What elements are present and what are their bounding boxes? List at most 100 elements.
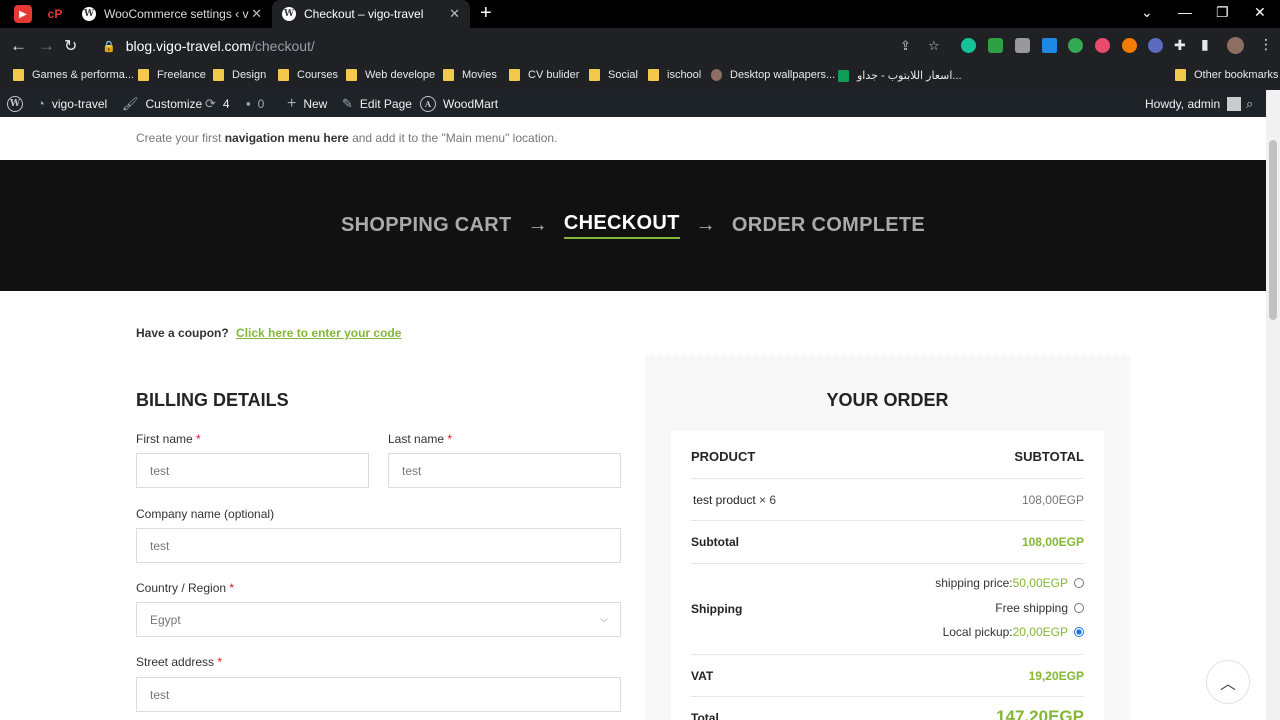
folder-icon: [138, 69, 149, 81]
company-name-field[interactable]: test: [136, 528, 621, 563]
new-tab-icon[interactable]: +: [480, 2, 492, 25]
chevron-down-icon: ⌵: [600, 614, 608, 625]
close-icon[interactable]: ✕: [449, 6, 460, 22]
checkout-steps-hero: SHOPPING CART → CHECKOUT → ORDER COMPLET…: [0, 160, 1266, 291]
wallpaper-site-icon: [711, 69, 722, 81]
bookmark-web-develope[interactable]: Web develope: [346, 69, 435, 81]
bookmark-ischool[interactable]: ischool: [648, 69, 701, 81]
gear-extension-icon[interactable]: [1148, 38, 1163, 53]
reload-icon[interactable]: ↻: [64, 36, 77, 56]
comment-icon: ▪: [246, 96, 251, 111]
minimize-icon[interactable]: —: [1178, 4, 1192, 20]
forward-icon[interactable]: →: [38, 36, 55, 56]
profile-avatar-icon[interactable]: [1227, 37, 1244, 54]
window-close-icon[interactable]: ✕: [1254, 4, 1266, 21]
download-extension-icon[interactable]: [1042, 38, 1057, 53]
n-extension-icon[interactable]: [1068, 38, 1083, 53]
my-account-menu[interactable]: Howdy, admin: [1145, 90, 1242, 117]
pencil-icon: ✎: [342, 95, 353, 111]
tab-search-icon[interactable]: ⌄: [1141, 4, 1153, 21]
step-checkout[interactable]: CHECKOUT: [563, 212, 680, 239]
step-order-complete: ORDER COMPLETE: [731, 214, 926, 236]
sheets-icon: [838, 69, 849, 82]
subtotal-row: Subtotal 108,00EGP: [691, 521, 1084, 564]
woodmart-icon: A: [420, 95, 436, 112]
cpanel-tab-icon[interactable]: cP: [46, 5, 64, 23]
wp-logo-menu[interactable]: W: [7, 90, 30, 117]
last-name-field[interactable]: test: [388, 453, 621, 488]
country-select[interactable]: Egypt ⌵: [136, 602, 621, 637]
page-scrollbar[interactable]: [1266, 90, 1280, 720]
first-name-field[interactable]: test: [136, 453, 369, 488]
bookmark-design[interactable]: Design: [213, 69, 266, 81]
scroll-to-top-button[interactable]: ︿: [1206, 660, 1250, 704]
bookmark-courses[interactable]: Courses: [278, 69, 338, 81]
camera-extension-icon[interactable]: [1015, 38, 1030, 53]
comments-link[interactable]: ▪ 0: [246, 90, 264, 117]
street-address-label: Street address *: [136, 655, 223, 669]
order-review-table: PRODUCT SUBTOTAL test product × 6 108,00…: [671, 431, 1104, 720]
last-name-label: Last name *: [388, 432, 453, 446]
radio-button[interactable]: [1074, 603, 1084, 613]
scrollbar-thumb[interactable]: [1269, 140, 1277, 320]
radio-button[interactable]: [1074, 578, 1084, 588]
bookmark-desktop-wallpapers[interactable]: Desktop wallpapers...: [711, 69, 835, 81]
total-row: Total 147,20EGP: [691, 707, 1084, 720]
wp-admin-bar: W ◔ vigo-travel 🖌 Customize ⟳ 4 ▪ 0 + New ✎ Ed…: [0, 90, 1280, 117]
shipping-option-local-pickup[interactable]: Local pickup: 20,00EGP: [943, 625, 1084, 639]
chevron-up-icon: ︿: [1219, 676, 1236, 693]
browser-tab-bar: ▶ cP W WooCommerce settings ‹ vigo-tr ✕ …: [0, 0, 1280, 28]
grammarly-extension-icon[interactable]: [961, 38, 976, 53]
restore-icon[interactable]: ❐: [1216, 4, 1229, 21]
customize-link[interactable]: 🖌 Customize: [122, 90, 202, 117]
tab-checkout[interactable]: W Checkout – vigo-travel ✕: [272, 0, 470, 28]
bookmark-games[interactable]: Games & performa...: [13, 69, 134, 81]
menu-notice: Create your first navigation menu here a…: [136, 131, 558, 145]
shipping-option-flat-rate[interactable]: shipping price: 50,00EGP: [935, 576, 1084, 590]
youtube-tab-icon[interactable]: ▶: [14, 5, 32, 23]
shipping-option-free[interactable]: Free shipping: [995, 601, 1084, 615]
folder-icon: [589, 69, 600, 81]
updates-link[interactable]: ⟳ 4: [205, 90, 230, 117]
folder-icon: [278, 69, 289, 81]
woodmart-menu[interactable]: A WoodMart: [420, 90, 498, 117]
brush-icon: 🖌: [122, 95, 139, 111]
folder-icon: [509, 69, 520, 81]
bookmark-cv-bulider[interactable]: CV bulider: [509, 69, 579, 81]
bookmark-freelance[interactable]: Freelance: [138, 69, 206, 81]
step-shopping-cart[interactable]: SHOPPING CART: [341, 214, 512, 237]
plus-icon: +: [287, 94, 297, 112]
bookmark-other[interactable]: Other bookmarks: [1175, 69, 1278, 81]
menu-kebab-icon[interactable]: ⋮: [1259, 36, 1273, 53]
wordpress-icon: W: [7, 95, 23, 112]
new-content-menu[interactable]: + New: [287, 90, 327, 117]
order-header-row: PRODUCT SUBTOTAL: [691, 431, 1084, 479]
navigation-menu-link[interactable]: navigation menu here: [225, 131, 349, 145]
street-address-field[interactable]: test: [136, 677, 621, 712]
folder-icon: [1175, 69, 1186, 81]
tab-woocommerce-settings[interactable]: W WooCommerce settings ‹ vigo-tr ✕: [72, 0, 272, 28]
back-icon[interactable]: ←: [10, 36, 27, 56]
bookmark-movies[interactable]: Movies: [443, 69, 497, 81]
share-icon[interactable]: ⇪: [900, 38, 911, 54]
close-icon[interactable]: ✕: [251, 6, 262, 22]
url-bar[interactable]: 🔒 blog.vigo-travel.com/checkout/: [90, 32, 950, 60]
bookmark-star-icon[interactable]: ☆: [928, 38, 940, 54]
enter-coupon-link[interactable]: Click here to enter your code: [236, 326, 401, 340]
site-name-menu[interactable]: ◔ vigo-travel: [37, 90, 107, 117]
wordpress-icon: W: [82, 7, 96, 21]
edit-page-link[interactable]: ✎ Edit Page: [342, 90, 412, 117]
your-order-title: YOUR ORDER: [826, 390, 949, 410]
sale-extension-icon[interactable]: [1095, 38, 1110, 53]
bookmark-laptop-prices[interactable]: اسعار اللابتوب - جداو...: [838, 69, 962, 82]
folder-icon: [13, 69, 24, 81]
search-icon[interactable]: ⌕: [1246, 90, 1260, 117]
bookmark-social[interactable]: Social: [589, 69, 638, 81]
shield-extension-icon[interactable]: [988, 38, 1003, 53]
shipping-row: Shipping shipping price: 50,00EGP Free s…: [691, 564, 1084, 655]
extensions-puzzle-icon[interactable]: ✚: [1174, 37, 1186, 54]
folder-icon: [346, 69, 357, 81]
radio-button-selected[interactable]: [1074, 627, 1084, 637]
side-panel-icon[interactable]: ▮: [1201, 36, 1209, 53]
fire-extension-icon[interactable]: [1122, 38, 1137, 53]
